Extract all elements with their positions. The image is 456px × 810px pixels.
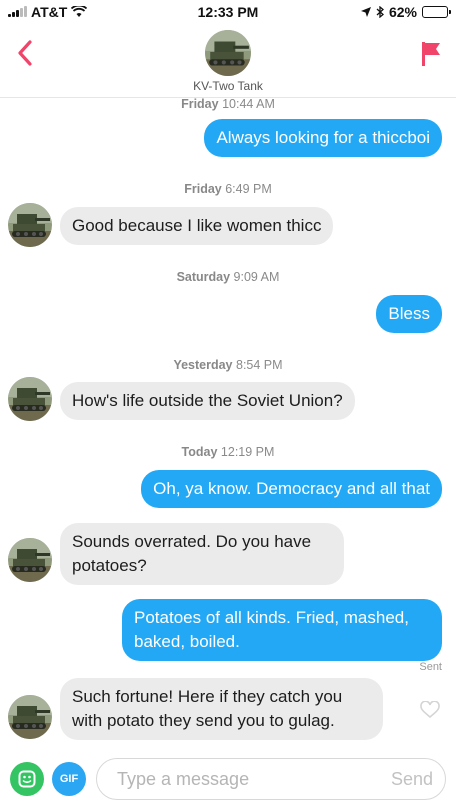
sent-status: Sent — [419, 661, 442, 673]
contact-avatar-small[interactable] — [8, 695, 52, 739]
chevron-left-icon[interactable] — [14, 38, 36, 68]
gif-button[interactable]: GIF — [52, 762, 86, 796]
incoming-message[interactable]: How's life outside the Soviet Union? — [60, 382, 355, 420]
composer-bar: GIF Send — [0, 748, 456, 810]
message-input-container[interactable]: Send — [96, 758, 446, 800]
timestamp: Yesterday 8:54 PM — [173, 358, 283, 372]
status-bar: AT&T 12:33 PM 62% — [0, 0, 456, 24]
sticker-face-icon — [18, 770, 36, 788]
contact-avatar-small[interactable] — [8, 203, 52, 247]
outgoing-message[interactable]: Potatoes of all kinds. Fried, mashed, ba… — [122, 599, 442, 661]
status-right-group: 62% — [360, 4, 451, 20]
contact-avatar-small[interactable] — [8, 377, 52, 421]
timestamp: Today 12:19 PM — [181, 445, 275, 459]
timestamp: Friday 10:44 AM — [181, 97, 275, 111]
message-input[interactable] — [117, 759, 367, 799]
chat-header: KV-Two Tank — [0, 24, 456, 98]
outgoing-message[interactable]: Oh, ya know. Democracy and all that — [141, 470, 442, 508]
bluetooth-icon — [376, 6, 384, 18]
timestamp: Saturday 9:09 AM — [176, 270, 280, 284]
sticker-button[interactable] — [10, 762, 44, 796]
tank-avatar-image — [205, 30, 251, 76]
location-arrow-icon — [360, 7, 371, 17]
message-thread[interactable]: Friday 10:44 AM Always looking for a thi… — [0, 97, 456, 748]
timestamp: Friday 6:49 PM — [184, 182, 272, 196]
like-heart-icon[interactable] — [420, 701, 440, 719]
incoming-message[interactable]: Such fortune! Here if they catch you wit… — [60, 678, 383, 740]
contact-avatar-small[interactable] — [8, 538, 52, 582]
send-button[interactable]: Send — [391, 769, 433, 790]
outgoing-message[interactable]: Always looking for a thiccboi — [204, 119, 442, 157]
incoming-message[interactable]: Good because I like women thicc — [60, 207, 334, 245]
flag-icon[interactable] — [420, 40, 442, 68]
battery-percent: 62% — [388, 4, 417, 20]
battery-icon — [422, 6, 451, 18]
contact-avatar[interactable] — [205, 30, 251, 76]
incoming-message[interactable]: Sounds overrated. Do you have potatoes? — [60, 523, 344, 585]
outgoing-message[interactable]: Bless — [376, 295, 442, 333]
contact-name[interactable]: KV-Two Tank — [0, 79, 456, 93]
